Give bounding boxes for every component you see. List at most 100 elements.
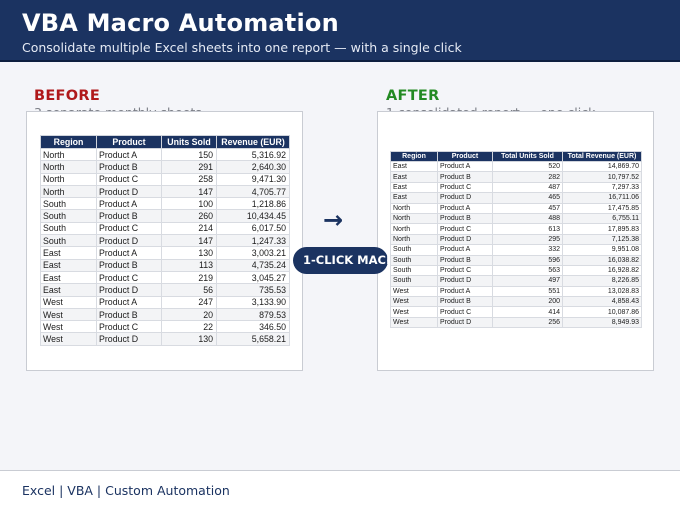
table-cell: East [40, 246, 97, 260]
table-cell: 6,017.50 [216, 221, 290, 236]
table-row: West Product A 551 13,028.83 [390, 285, 642, 298]
table-cell: South [40, 221, 97, 236]
table-cell: 497 [492, 275, 563, 287]
table-cell: Product B [96, 307, 162, 322]
table-cell: 130 [161, 246, 217, 260]
table-cell: West [40, 307, 97, 322]
table-row: West Product D 130 5,658.21 [40, 332, 290, 346]
table-row: East Product C 219 3,045.27 [40, 270, 290, 285]
table-cell: Product C [96, 172, 162, 186]
table-cell: Product A [96, 246, 162, 260]
table-cell: 282 [492, 171, 563, 183]
table-cell: 214 [161, 221, 217, 236]
table-cell: 200 [492, 296, 563, 308]
table-cell: Product C [437, 223, 493, 235]
table-cell: Product B [437, 254, 493, 266]
table-row: West Product B 20 879.53 [40, 307, 290, 322]
one-click-macro-button[interactable]: 1-CLICK MACRO [293, 247, 388, 274]
table-row: South Product A 100 1,218.86 [40, 197, 290, 211]
table-cell: 735.53 [216, 283, 290, 297]
table-cell: Product A [96, 147, 162, 162]
table-cell: Product A [437, 285, 493, 298]
table-row: North Product D 295 7,125.38 [390, 233, 642, 246]
table-cell: South [40, 234, 97, 248]
table-row: North Product A 150 5,316.92 [40, 147, 290, 162]
table-row: South Product D 147 1,247.33 [40, 234, 290, 248]
table-row: East Product B 113 4,735.24 [40, 258, 290, 272]
footer: Excel | VBA | Custom Automation [0, 470, 680, 510]
table-cell: South [390, 264, 438, 277]
table-cell: Product A [96, 295, 162, 309]
table-row: East Product C 487 7,297.33 [390, 181, 642, 194]
table-row: North Product C 258 9,471.30 [40, 172, 290, 186]
table-cell: Product A [96, 197, 162, 211]
table-cell: 14,869.70 [562, 160, 642, 173]
table-cell: Product B [96, 160, 162, 174]
table-row: West Product C 414 10,087.86 [390, 306, 642, 318]
table-row: North Product C 613 17,895.83 [390, 223, 642, 235]
column-header: Region [40, 135, 97, 149]
table-cell: Product C [437, 181, 493, 194]
table-cell: 150 [161, 147, 217, 162]
table-cell: East [40, 270, 97, 285]
column-header: Product [437, 151, 493, 162]
after-table: Region Product Total Units Sold Total Reven… [390, 151, 642, 329]
table-cell: 488 [492, 212, 563, 225]
table-cell: West [40, 320, 97, 334]
table-cell: East [390, 181, 438, 194]
table-cell: 16,928.82 [562, 264, 642, 277]
table-cell: 613 [492, 223, 563, 235]
table-row: North Product A 457 17,475.85 [390, 202, 642, 214]
table-cell: Product D [96, 332, 162, 346]
table-cell: West [390, 285, 438, 298]
before-label: BEFORE [34, 88, 101, 104]
table-row: South Product B 260 10,434.45 [40, 209, 290, 223]
table-cell: 1,218.86 [216, 197, 290, 211]
table-cell: North [390, 223, 438, 235]
table-cell: Product D [96, 283, 162, 297]
table-cell: 6,755.11 [562, 212, 642, 225]
table-cell: West [390, 316, 438, 329]
table-cell: Product B [96, 209, 162, 223]
table-row: South Product B 596 16,038.82 [390, 254, 642, 266]
table-cell: 130 [161, 332, 217, 346]
table-cell: East [390, 171, 438, 183]
table-cell: East [40, 283, 97, 297]
column-header: Region [390, 151, 438, 162]
table-cell: 17,895.83 [562, 223, 642, 235]
table-row: North Product B 488 6,755.11 [390, 212, 642, 225]
table-row: West Product A 247 3,133.90 [40, 295, 290, 309]
table-cell: West [390, 296, 438, 308]
page-title: VBA Macro Automation [22, 9, 339, 37]
table-cell: 16,711.06 [562, 192, 642, 204]
table-row: North Product D 147 4,705.77 [40, 184, 290, 199]
column-header: Total Units Sold [492, 151, 563, 162]
table-cell: Product B [437, 296, 493, 308]
table-cell: Product B [437, 212, 493, 225]
column-header: Product [96, 135, 162, 149]
table-cell: West [40, 295, 97, 309]
table-cell: 258 [161, 172, 217, 186]
table-cell: 9,951.08 [562, 244, 642, 256]
table-cell: 3,045.27 [216, 270, 290, 285]
column-header: Revenue (EUR) [216, 135, 290, 149]
table-cell: Product D [437, 233, 493, 246]
table-cell: Product D [437, 192, 493, 204]
table-cell: Product A [437, 202, 493, 214]
table-cell: 4,735.24 [216, 258, 290, 272]
table-cell: 1,247.33 [216, 234, 290, 248]
table-cell: Product C [96, 221, 162, 236]
table-cell: South [390, 275, 438, 287]
table-cell: North [390, 202, 438, 214]
table-cell: 8,949.93 [562, 316, 642, 329]
table-cell: 3,133.90 [216, 295, 290, 309]
table-cell: Product D [437, 275, 493, 287]
table-cell: Product C [437, 264, 493, 277]
table-cell: South [40, 197, 97, 211]
column-header: Total Revenue (EUR) [562, 151, 642, 162]
table-cell: 295 [492, 233, 563, 246]
table-cell: 520 [492, 160, 563, 173]
table-cell: West [40, 332, 97, 346]
table-cell: Product A [437, 244, 493, 256]
table-cell: 13,028.83 [562, 285, 642, 298]
